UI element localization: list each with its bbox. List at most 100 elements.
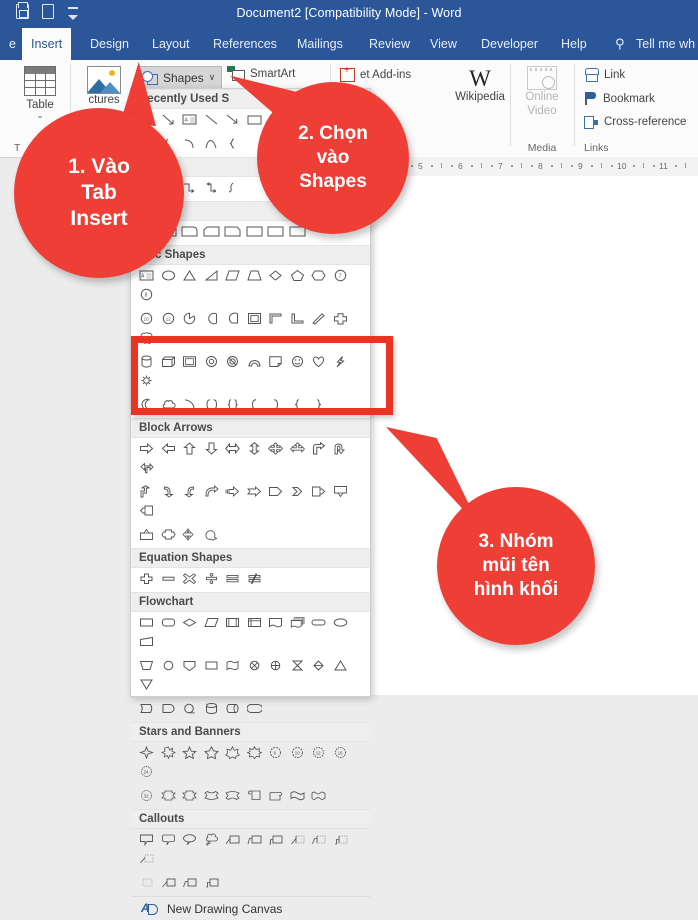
- shape-pentagon-arrow[interactable]: [265, 483, 287, 502]
- callout-line-border-1[interactable]: [136, 850, 158, 869]
- shape-star-8-point[interactable]: [244, 744, 266, 763]
- shape-row[interactable]: [131, 698, 370, 722]
- horizontal-ruler[interactable]: 4 5 6 7 8 9 10 11: [368, 157, 698, 177]
- shape-row[interactable]: [131, 872, 370, 896]
- chevron-down-icon[interactable]: ∨: [209, 72, 216, 83]
- flowchart-delay[interactable]: [158, 700, 180, 719]
- shape-elbow-double-arrow-connector[interactable]: [201, 179, 223, 198]
- shape-arrow-line[interactable]: [158, 111, 180, 130]
- insert-cross-reference-button[interactable]: Cross-reference: [584, 116, 686, 129]
- shape-row[interactable]: [131, 568, 370, 592]
- shape-row[interactable]: [131, 481, 370, 524]
- shape-pie[interactable]: [179, 310, 201, 329]
- callout-line-no-border-2[interactable]: [179, 874, 201, 893]
- tab-mailings[interactable]: Mailings: [288, 28, 352, 60]
- flowchart-multidocument[interactable]: [287, 614, 309, 633]
- shape-l-shape[interactable]: [287, 310, 309, 329]
- shape-arrow-left-right[interactable]: [222, 440, 244, 459]
- shape-star-6-point[interactable]: [201, 744, 223, 763]
- callout-line-3[interactable]: [265, 831, 287, 850]
- shape-arrow-right[interactable]: [136, 440, 158, 459]
- shape-arrow-left-up[interactable]: [136, 459, 158, 478]
- shape-arrow-bent-up[interactable]: [136, 483, 158, 502]
- flowchart-punched-tape[interactable]: [222, 657, 244, 676]
- tab-layout[interactable]: Layout: [143, 28, 199, 60]
- tab-help[interactable]: Help: [552, 28, 596, 60]
- shape-row[interactable]: 32: [131, 785, 370, 809]
- shape-line[interactable]: [201, 111, 223, 130]
- insert-pictures-button[interactable]: ctures: [78, 66, 130, 106]
- shape-pentagon[interactable]: [287, 267, 309, 286]
- shape-circular-arrow[interactable]: [201, 526, 223, 545]
- shape-star-5-point[interactable]: [179, 744, 201, 763]
- shape-ribbon-up[interactable]: [158, 787, 180, 806]
- shape-row[interactable]: [131, 829, 370, 872]
- flowchart-process[interactable]: [136, 614, 158, 633]
- new-drawing-canvas-item[interactable]: A New Drawing Canvas: [131, 896, 370, 920]
- flowchart-connector[interactable]: [158, 657, 180, 676]
- shape-star-4-point[interactable]: [136, 744, 158, 763]
- shape-up-arrow-callout[interactable]: [136, 526, 158, 545]
- shape-plus[interactable]: [136, 570, 158, 589]
- flowchart-stored-data[interactable]: [136, 700, 158, 719]
- shape-round-single-corner-rectangle[interactable]: [244, 223, 266, 242]
- flowchart-display[interactable]: [244, 700, 266, 719]
- callout-line-no-border-3[interactable]: [201, 874, 223, 893]
- flowchart-extract[interactable]: [330, 657, 352, 676]
- tab-developer[interactable]: Developer: [472, 28, 547, 60]
- shape-ribbon-down[interactable]: [179, 787, 201, 806]
- shape-row[interactable]: A 7 8: [131, 265, 370, 308]
- flowchart-alternate-process[interactable]: [158, 614, 180, 633]
- shape-line-arrow[interactable]: [222, 111, 244, 130]
- shape-snip-same-side-corner-rectangle[interactable]: [201, 223, 223, 242]
- shape-oval[interactable]: [158, 267, 180, 286]
- shape-decagon[interactable]: 10: [136, 310, 158, 329]
- flowchart-collate[interactable]: [287, 657, 309, 676]
- tab-design[interactable]: Design: [81, 28, 138, 60]
- shape-explosion-32[interactable]: 32: [136, 787, 158, 806]
- shape-explosion-8[interactable]: 8: [265, 744, 287, 763]
- flowchart-or[interactable]: [265, 657, 287, 676]
- shape-curved-ribbon-down[interactable]: [222, 787, 244, 806]
- shape-arrow-notched-right[interactable]: [244, 483, 266, 502]
- shape-equal[interactable]: [222, 570, 244, 589]
- shape-arrow-striped-right[interactable]: [222, 483, 244, 502]
- shape-row[interactable]: [131, 524, 370, 548]
- shape-cross[interactable]: [330, 310, 352, 329]
- callout-line-accent-2[interactable]: [308, 831, 330, 850]
- callout-line-1[interactable]: [222, 831, 244, 850]
- shape-round-same-side-corner-rectangle[interactable]: [265, 223, 287, 242]
- insert-table-button[interactable]: Table ⌄: [18, 66, 62, 120]
- shape-wave[interactable]: [287, 787, 309, 806]
- shape-heptagon[interactable]: 7: [330, 267, 352, 286]
- shape-dodecagon[interactable]: 12: [158, 310, 180, 329]
- shape-vertical-scroll[interactable]: [244, 787, 266, 806]
- shape-octagon[interactable]: 8: [136, 286, 158, 305]
- shape-arrow-bent[interactable]: [308, 440, 330, 459]
- shape-teardrop[interactable]: [201, 310, 223, 329]
- flowchart-manual-operation[interactable]: [136, 657, 158, 676]
- shape-text-box-basic[interactable]: A: [136, 267, 158, 286]
- shape-arrow-curved-up[interactable]: [201, 483, 223, 502]
- shape-chevron[interactable]: [287, 483, 309, 502]
- tab-insert[interactable]: Insert: [22, 28, 72, 60]
- get-addins-button[interactable]: et Add-ins: [340, 65, 411, 82]
- shape-hexagon[interactable]: [308, 267, 330, 286]
- shape-row[interactable]: [131, 612, 370, 655]
- shape-snip-single-corner-rectangle[interactable]: [179, 223, 201, 242]
- callout-line-no-border-1[interactable]: [158, 874, 180, 893]
- shape-explosion-24[interactable]: 24: [136, 763, 158, 782]
- shape-frame[interactable]: [244, 310, 266, 329]
- tab-view[interactable]: View: [421, 28, 466, 60]
- flowchart-document[interactable]: [265, 614, 287, 633]
- shape-right-triangle[interactable]: [201, 267, 223, 286]
- shape-not-equal[interactable]: [244, 570, 266, 589]
- shape-quad-arrow-callout[interactable]: [179, 526, 201, 545]
- flowchart-terminator[interactable]: [308, 614, 330, 633]
- shape-row[interactable]: 8 10 12 16 24: [131, 742, 370, 785]
- chevron-down-icon[interactable]: ⌄: [18, 111, 62, 120]
- flowchart-data[interactable]: [201, 614, 223, 633]
- shape-triangle[interactable]: [179, 267, 201, 286]
- shape-star-7-point[interactable]: [222, 744, 244, 763]
- flowchart-preparation[interactable]: [330, 614, 352, 633]
